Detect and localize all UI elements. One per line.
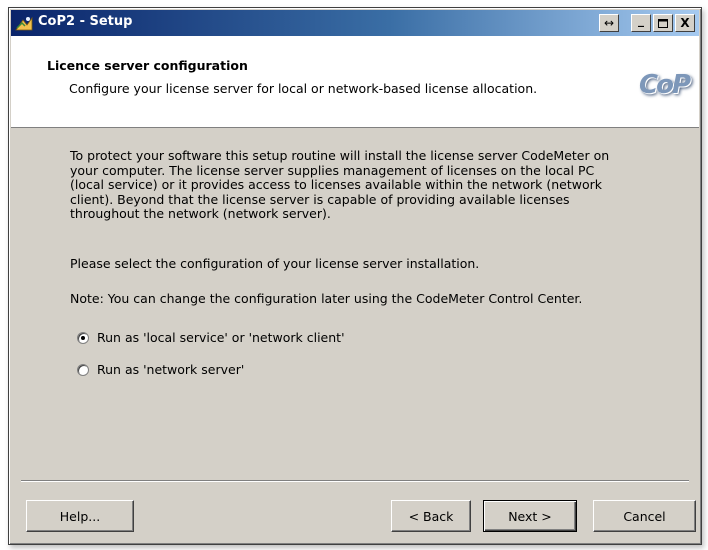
radio-label: Run as 'network server' — [97, 362, 245, 377]
next-button[interactable]: Next > — [483, 500, 577, 532]
window-title: CoP2 - Setup — [38, 14, 133, 29]
radio-option-local-service[interactable]: Run as 'local service' or 'network clien… — [77, 330, 345, 345]
radio-label: Run as 'local service' or 'network clien… — [97, 330, 345, 345]
cancel-button[interactable]: Cancel — [593, 500, 696, 532]
radio-button-selected[interactable] — [77, 331, 89, 344]
radio-button[interactable] — [77, 363, 89, 376]
double-arrow-icon: ↔ — [603, 16, 615, 30]
minimize-button[interactable]: _ — [631, 14, 651, 32]
close-icon: X — [680, 16, 690, 30]
intro-line: To protect your software this setup rout… — [70, 148, 610, 163]
intro-line: throughout the network (network server). — [70, 206, 331, 221]
minimize-icon: _ — [638, 13, 644, 27]
maximize-icon — [658, 18, 668, 28]
wizard-header: Licence server configuration Configure y… — [11, 36, 699, 128]
help-button[interactable]: Help... — [26, 500, 134, 532]
close-button[interactable]: X — [675, 14, 695, 32]
intro-line: client). Beyond that the license server … — [70, 191, 570, 207]
selection-prompt: Please select the configuration of your … — [70, 256, 480, 271]
intro-line: (local service) or it provides access to… — [70, 177, 603, 192]
intro-paragraph: To protect your software this setup rout… — [70, 148, 670, 222]
setup-app-icon — [15, 14, 33, 32]
radio-option-network-server[interactable]: Run as 'network server' — [77, 362, 244, 377]
back-button[interactable]: < Back — [391, 500, 471, 532]
configuration-note: Note: You can change the configuration l… — [70, 291, 583, 306]
restore-button[interactable]: ↔ — [599, 14, 619, 32]
footer-separator — [21, 480, 689, 482]
page-title: Licence server configuration — [47, 58, 248, 73]
title-bar[interactable]: CoP2 - Setup ↔ _ X — [11, 10, 699, 36]
maximize-button[interactable] — [653, 14, 673, 32]
page-subtitle: Configure your license server for local … — [69, 81, 538, 96]
cop-logo: CoP — [639, 70, 691, 100]
setup-window: CoP2 - Setup ↔ _ X Licence server config… — [8, 7, 702, 545]
intro-line: your computer. The license server suppli… — [70, 162, 595, 178]
